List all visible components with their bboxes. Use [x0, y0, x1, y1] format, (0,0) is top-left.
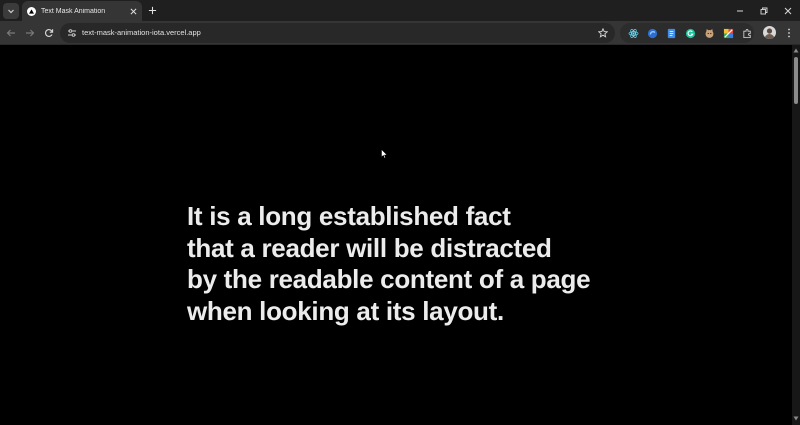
reload-button[interactable]	[43, 27, 55, 39]
browser-toolbar: text-mask-animation-iota.vercel.app	[0, 21, 800, 45]
url-text[interactable]: text-mask-animation-iota.vercel.app	[82, 28, 201, 37]
triangle-down-icon	[793, 416, 799, 421]
active-tab[interactable]: Text Mask Animation	[22, 1, 142, 21]
tab-close-button[interactable]	[128, 6, 138, 16]
restore-button[interactable]	[752, 0, 776, 21]
bookmark-button[interactable]	[597, 27, 609, 39]
close-icon	[130, 8, 136, 14]
reload-icon	[45, 29, 54, 37]
tab-search-button[interactable]	[3, 3, 19, 19]
headline-line: by the readable content of a page	[187, 264, 591, 294]
arrow-right-icon	[26, 29, 35, 37]
arrow-left-icon	[6, 29, 15, 37]
tab-title: Text Mask Animation	[41, 7, 106, 15]
window-controls	[728, 0, 800, 21]
grammarly-icon[interactable]	[685, 28, 696, 39]
extensions-tray	[620, 23, 754, 43]
address-bar[interactable]: text-mask-animation-iota.vercel.app	[60, 23, 615, 43]
more-vert-icon	[788, 28, 790, 38]
puzzle-icon[interactable]	[742, 28, 753, 39]
back-button[interactable]	[5, 27, 17, 39]
close-icon	[784, 7, 792, 14]
tab-strip: Text Mask Animation	[0, 0, 800, 21]
new-tab-button[interactable]	[147, 5, 158, 16]
minimize-icon	[737, 10, 743, 11]
profile-avatar[interactable]	[763, 26, 776, 39]
headline-line: that a reader will be distracted	[187, 232, 552, 263]
restore-icon	[760, 7, 768, 14]
extension-blue-icon[interactable]	[647, 28, 658, 39]
avatar-icon	[764, 28, 775, 39]
chevron-down-icon	[8, 9, 14, 14]
react-devtools-icon[interactable]	[628, 28, 639, 39]
page-viewport: It is a long established fact that a rea…	[0, 45, 792, 425]
mouse-cursor-icon	[381, 149, 388, 159]
forward-button[interactable]	[24, 27, 36, 39]
star-icon	[598, 28, 608, 38]
tune-icon	[68, 29, 76, 37]
scrollbar-thumb[interactable]	[794, 57, 798, 104]
minimize-button[interactable]	[728, 0, 752, 21]
headline-line: It is a long established fact	[187, 201, 511, 231]
plus-icon	[148, 6, 157, 15]
scroll-up-arrow[interactable]	[793, 48, 799, 54]
color-picker-icon[interactable]	[723, 28, 734, 39]
site-info-button[interactable]	[66, 27, 78, 39]
extension-doc-icon[interactable]	[666, 28, 677, 39]
chrome-menu-button[interactable]	[783, 27, 795, 39]
scroll-down-arrow[interactable]	[793, 416, 799, 422]
page-scrollbar[interactable]	[792, 45, 800, 425]
masked-headline: It is a long established fact that a rea…	[187, 201, 591, 327]
extension-cat-icon[interactable]	[704, 28, 715, 39]
vercel-favicon-icon	[27, 6, 36, 16]
headline-line: when looking at its layout.	[187, 295, 504, 326]
close-window-button[interactable]	[776, 0, 800, 21]
triangle-up-icon	[793, 48, 799, 53]
